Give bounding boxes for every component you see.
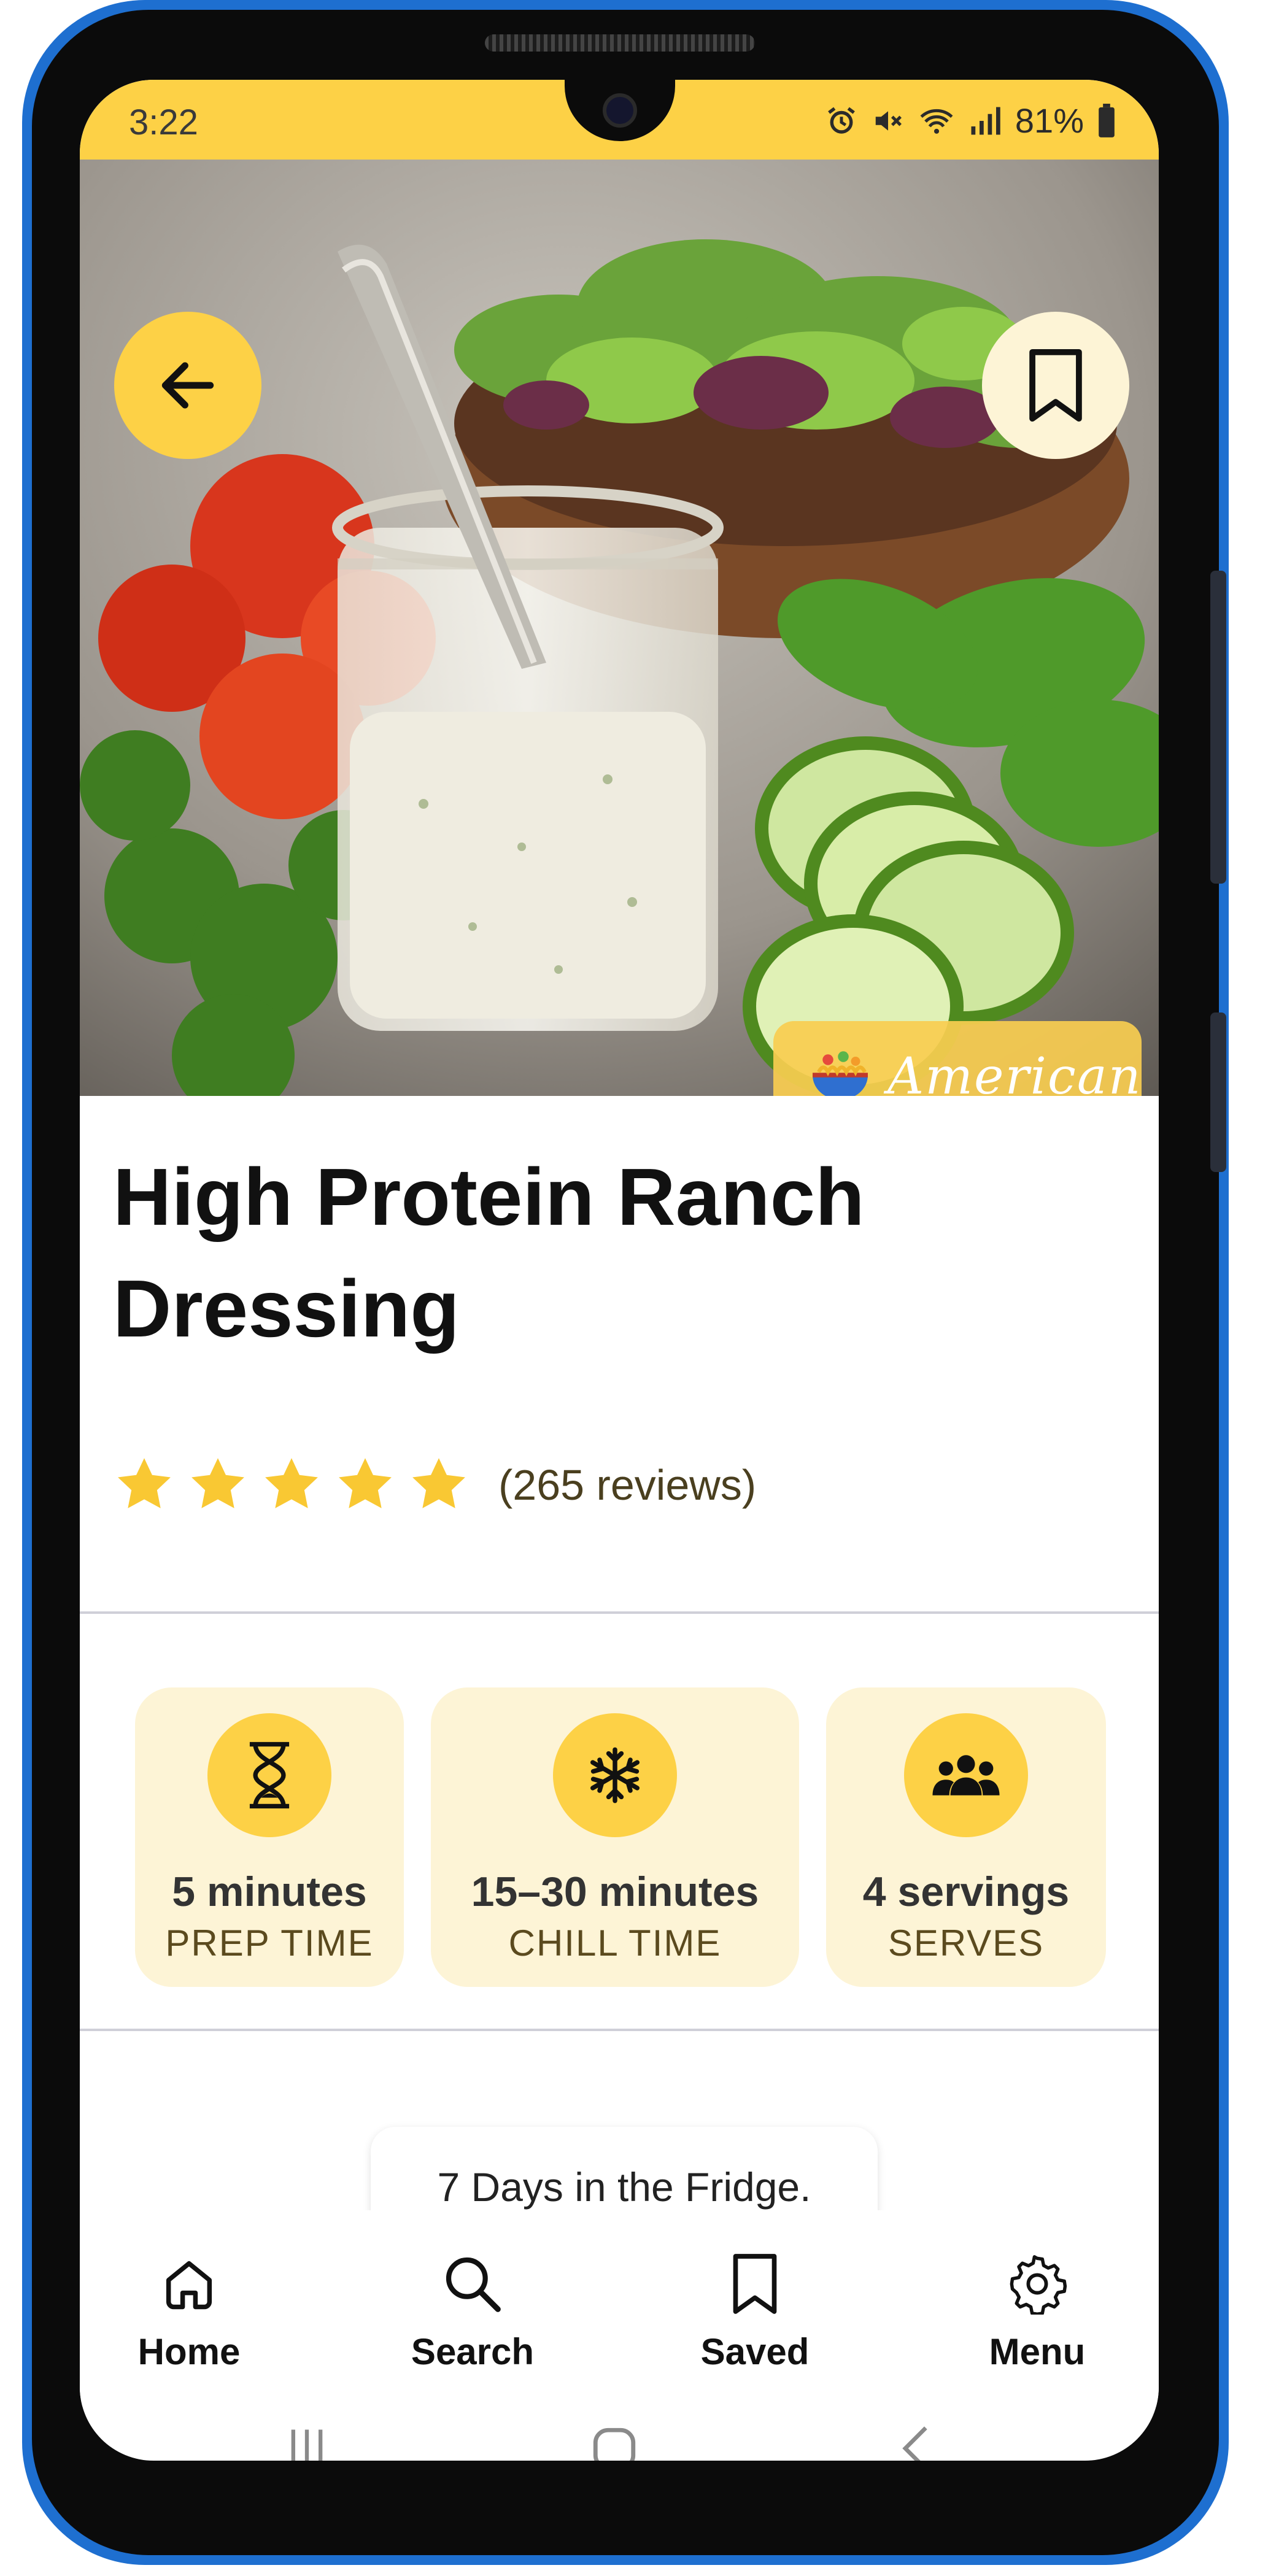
back-system-button[interactable] (896, 2424, 939, 2461)
recipe-title: High Protein Ranch Dressing (113, 1141, 1095, 1365)
star-icon (265, 1458, 318, 1508)
divider (80, 1611, 1159, 1614)
cuisine-badge: American (773, 1021, 1142, 1096)
nav-home[interactable]: Home (97, 2247, 281, 2373)
chill-time-card: 15–30 minutes CHILL TIME (431, 1687, 799, 1987)
chill-time-value: 15–30 minutes (471, 1868, 759, 1915)
rating: (265 reviews) (113, 1454, 756, 1516)
toast-text: 7 Days in the Fridge. (437, 2164, 811, 2210)
prep-time-label: PREP TIME (165, 1922, 374, 1964)
prep-time-value: 5 minutes (172, 1868, 367, 1915)
back-button[interactable] (114, 312, 261, 459)
signal-icon (968, 104, 1002, 137)
nav-saved-label: Saved (700, 2331, 810, 2372)
star-rating (113, 1454, 470, 1516)
users-icon (904, 1713, 1028, 1837)
nav-home-label: Home (137, 2331, 241, 2372)
servings-value: 4 servings (862, 1868, 1070, 1915)
noodle-bowl-icon (806, 1047, 874, 1096)
front-camera (603, 93, 637, 128)
battery-percent: 81% (1015, 101, 1084, 140)
bottom-navigation: Home Search Saved Menu (80, 2210, 1159, 2407)
home-circle-icon (593, 2428, 636, 2461)
divider (80, 2029, 1159, 2031)
recipe-title-line-1: High Protein Ranch (113, 1152, 865, 1242)
battery-icon (1097, 103, 1116, 138)
snowflake-icon (553, 1713, 677, 1837)
servings-card: 4 servings SERVES (826, 1687, 1106, 1987)
bookmark-icon (1029, 349, 1082, 422)
speaker-grille (485, 34, 755, 52)
recents-icon (291, 2429, 323, 2461)
phone-screen: 3:22 81% American High Protein Ranch Dre… (80, 80, 1159, 2461)
system-navigation (80, 2405, 1159, 2461)
wifi-icon (918, 104, 955, 137)
recipe-title-line-2: Dressing (113, 1263, 460, 1354)
recipe-photo (80, 160, 1159, 1096)
alarm-icon (825, 104, 858, 137)
cuisine-label: American (887, 1047, 1142, 1097)
bookmark-button[interactable] (982, 312, 1129, 459)
home-system-button[interactable] (589, 2424, 640, 2461)
bookmark-icon (663, 2247, 847, 2321)
nav-menu-label: Menu (989, 2331, 1086, 2372)
arrow-left-icon (161, 362, 214, 409)
prep-time-card: 5 minutes PREP TIME (135, 1687, 404, 1987)
nav-search[interactable]: Search (381, 2247, 565, 2373)
home-icon (97, 2247, 281, 2321)
volume-button (1210, 571, 1226, 884)
status-icons: 81% (825, 101, 1116, 141)
star-icon (191, 1458, 244, 1508)
hero-image: American (80, 160, 1159, 1096)
star-icon (118, 1458, 171, 1508)
chevron-left-icon (902, 2426, 927, 2461)
chill-time-label: CHILL TIME (508, 1922, 722, 1964)
power-button (1210, 1012, 1226, 1172)
star-icon (339, 1458, 392, 1508)
hourglass-icon (207, 1713, 331, 1837)
nav-menu[interactable]: Menu (945, 2247, 1129, 2373)
status-bar: 3:22 81% (80, 80, 1159, 160)
star-icon (412, 1458, 465, 1508)
search-icon (381, 2247, 565, 2321)
gear-icon (945, 2247, 1129, 2321)
status-time: 3:22 (129, 102, 198, 142)
recents-button[interactable] (282, 2424, 331, 2461)
mute-icon (872, 104, 905, 137)
review-count[interactable]: (265 reviews) (498, 1460, 756, 1510)
nav-saved[interactable]: Saved (663, 2247, 847, 2373)
servings-label: SERVES (887, 1922, 1045, 1964)
nav-search-label: Search (411, 2331, 535, 2372)
